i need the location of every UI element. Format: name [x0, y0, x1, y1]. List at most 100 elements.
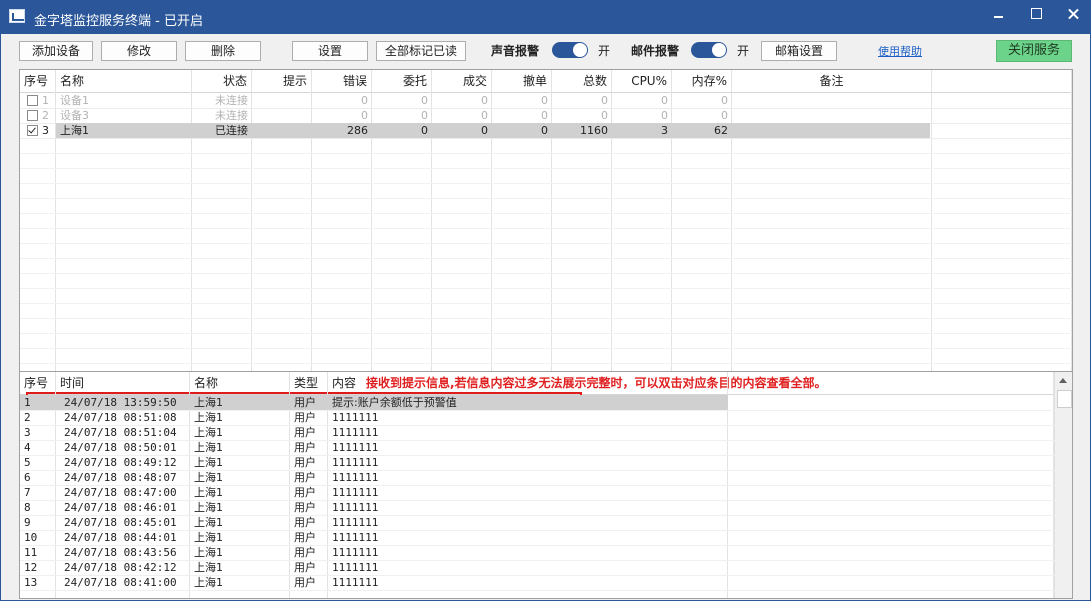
log-cell-name: 上海1	[194, 516, 223, 529]
log-cell-content: 1111111	[332, 486, 379, 499]
scroll-up-icon[interactable]	[1056, 373, 1071, 388]
cell-cancel: 0	[541, 94, 548, 107]
log-cell-index: 7	[24, 486, 31, 499]
log-cell-time: 24/07/18 08:46:01	[64, 501, 177, 514]
log-table[interactable]: 序号 时间 名称 类型 内容 接收到提示信息,若信息内容过多无法展示完整时，可以双击对应…	[19, 371, 1073, 599]
add-device-button[interactable]: 添加设备	[19, 41, 93, 61]
main-client: 添加设备 修改 删除 设置 全部标记已读 声音报警 开 邮件报警 开 邮箱设置 …	[1, 34, 1090, 600]
cell-total: 0	[601, 109, 608, 122]
cell-name: 上海1	[60, 124, 89, 137]
log-row[interactable]: 7 24/07/18 08:47:00 上海1 用户 1111111	[20, 485, 1072, 501]
edit-button[interactable]: 修改	[101, 41, 177, 61]
sound-alarm-label: 声音报警	[491, 44, 540, 58]
device-table[interactable]: 序号 名称 状态 提示 错误 委托 成交 撤单 总数 CPU% 内存% 备注 1 设备1 未连接 0 0 0 0 0…	[19, 69, 1073, 400]
log-cell-index: 4	[24, 441, 31, 454]
log-cell-time: 24/07/18 08:50:01	[64, 441, 177, 454]
grid-line	[20, 198, 1072, 214]
log-cell-time: 24/07/18 08:48:07	[64, 471, 177, 484]
cell-hint	[252, 123, 312, 138]
grid-line	[20, 213, 1072, 229]
cell-deal: 0	[481, 109, 488, 122]
toggle-knob	[712, 43, 726, 57]
log-row[interactable]: 9 24/07/18 08:45:01 上海1 用户 1111111	[20, 515, 1072, 531]
table-row[interactable]: 2 设备3 未连接 0 0 0 0 0 0 0	[20, 108, 1072, 124]
cell-order: 0	[421, 94, 428, 107]
log-cell-time: 24/07/18 08:45:01	[64, 516, 177, 529]
cell-mem: 0	[721, 109, 728, 122]
grid-line	[20, 153, 1072, 169]
help-link[interactable]: 使用帮助	[878, 43, 922, 59]
sound-alarm-toggle[interactable]	[552, 42, 588, 58]
log-cell-index: 11	[24, 546, 38, 559]
log-cell-type: 用户	[294, 411, 316, 424]
log-cell-name: 上海1	[194, 546, 223, 559]
log-row[interactable]: 12 24/07/18 08:42:12 上海1 用户 1111111	[20, 560, 1072, 576]
log-cell-time: 24/07/18 08:47:00	[64, 486, 177, 499]
grid-line	[20, 168, 1072, 184]
log-cell-type: 用户	[294, 441, 316, 454]
log-cell-name: 上海1	[194, 531, 223, 544]
log-cell-time: 24/07/18 08:41:00	[64, 576, 177, 589]
log-cell-content: 1111111	[332, 426, 379, 439]
log-cell-name: 上海1	[194, 426, 223, 439]
log-row[interactable]: 2 24/07/18 08:51:08 上海1 用户 1111111	[20, 410, 1072, 426]
maximize-icon[interactable]	[1018, 2, 1054, 26]
table-row[interactable]: 1 设备1 未连接 0 0 0 0 0 0 0	[20, 93, 1072, 109]
cell-cpu: 3	[661, 124, 668, 137]
log-row[interactable]: 3 24/07/18 08:51:04 上海1 用户 1111111	[20, 425, 1072, 441]
log-cell-index: 10	[24, 531, 38, 544]
grid-line	[20, 318, 1072, 334]
log-row[interactable]: 8 24/07/18 08:46:01 上海1 用户 1111111	[20, 500, 1072, 516]
cell-order: 0	[421, 124, 428, 137]
log-row[interactable]: 10 24/07/18 08:44:01 上海1 用户 1111111	[20, 530, 1072, 546]
cell-mem: 0	[721, 94, 728, 107]
log-cell-type: 用户	[294, 471, 316, 484]
grid-line	[20, 138, 1072, 154]
grid-line	[20, 333, 1072, 349]
mark-all-read-button[interactable]: 全部标记已读	[376, 41, 466, 61]
log-cell-content: 1111111	[332, 441, 379, 454]
log-row[interactable]: 1 24/07/18 13:59:50 上海1 用户 提示:账户余额低于预警值	[20, 395, 1072, 411]
grid-line	[20, 288, 1072, 304]
log-cell-type: 用户	[294, 576, 316, 589]
cell-error: 286	[347, 124, 368, 137]
grid-line	[20, 228, 1072, 244]
row-checkbox[interactable]	[27, 95, 38, 106]
mail-alarm-toggle[interactable]	[691, 42, 727, 58]
log-cell-content: 1111111	[332, 411, 379, 424]
log-cell-name: 上海1	[194, 411, 223, 424]
log-cell-type: 用户	[294, 396, 316, 409]
table-row[interactable]: 3 上海1 已连接 286 0 0 0 1160 3 62	[20, 123, 1072, 139]
cell-deal: 0	[481, 94, 488, 107]
log-cell-name: 上海1	[194, 501, 223, 514]
log-cell-time: 24/07/18 08:51:08	[64, 411, 177, 424]
log-cell-index: 2	[24, 411, 31, 424]
cell-hint	[252, 108, 312, 123]
log-cell-content: 1111111	[332, 456, 379, 469]
log-cell-index: 5	[24, 456, 31, 469]
cell-cpu: 0	[661, 109, 668, 122]
settings-button[interactable]: 设置	[292, 41, 368, 61]
log-cell-type: 用户	[294, 456, 316, 469]
row-checkbox[interactable]	[27, 110, 38, 121]
close-service-button[interactable]: 关闭服务	[996, 40, 1072, 62]
log-cell-content: 1111111	[332, 516, 379, 529]
cell-error: 0	[361, 109, 368, 122]
row-checkbox[interactable]	[27, 125, 38, 136]
mailbox-settings-button[interactable]: 邮箱设置	[761, 41, 837, 61]
log-cell-content: 1111111	[332, 531, 379, 544]
title-bar[interactable]: 金字塔监控服务终端 - 已开启	[0, 0, 1091, 34]
log-cell-name: 上海1	[194, 576, 223, 589]
minimize-icon[interactable]	[980, 2, 1016, 26]
cell-status: 未连接	[215, 94, 248, 107]
delete-button[interactable]: 删除	[185, 41, 261, 61]
log-row[interactable]: 11 24/07/18 08:43:56 上海1 用户 1111111	[20, 545, 1072, 561]
log-row[interactable]: 13 24/07/18 08:41:00 上海1 用户 1111111	[20, 575, 1072, 591]
log-cell-type: 用户	[294, 531, 316, 544]
log-cell-content: 提示:账户余额低于预警值	[332, 396, 457, 409]
log-row[interactable]: 6 24/07/18 08:48:07 上海1 用户 1111111	[20, 470, 1072, 486]
close-icon[interactable]	[1055, 2, 1091, 26]
log-row[interactable]: 4 24/07/18 08:50:01 上海1 用户 1111111	[20, 440, 1072, 456]
log-cell-time: 24/07/18 08:49:12	[64, 456, 177, 469]
log-row[interactable]: 5 24/07/18 08:49:12 上海1 用户 1111111	[20, 455, 1072, 471]
